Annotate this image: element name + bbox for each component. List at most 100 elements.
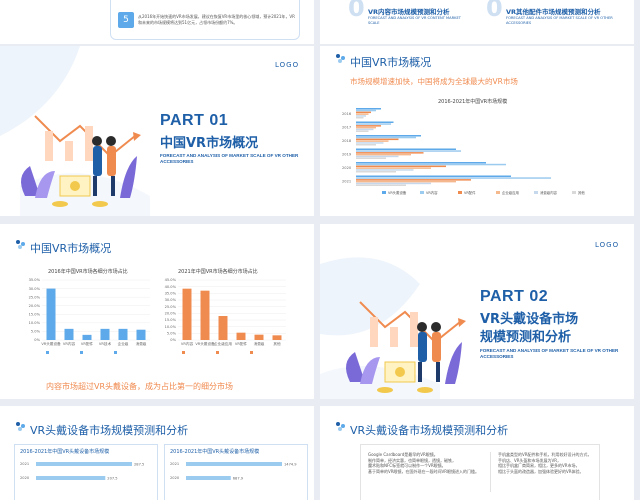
bar — [356, 140, 389, 142]
bar — [64, 328, 74, 340]
slide-headset-forecast[interactable]: VR头戴设备市场规模预测和分析 2016-2021年中国VR头戴设备市场规模 2… — [0, 406, 314, 500]
tick-label: 2020 — [20, 476, 30, 480]
slide-top-left[interactable]: 5 从2016年开始快速的VR市场发展，建议在恢复VR市场里的核心领域，预计20… — [0, 0, 314, 44]
tick-label: 消费级 — [136, 341, 147, 346]
bar — [356, 125, 381, 127]
caption: 内容市场超过VR头戴设备，成为占比第一的细分市场 — [46, 382, 234, 391]
bar — [200, 290, 210, 340]
legend-swatch — [572, 191, 576, 194]
bar — [356, 165, 446, 168]
legend-swatch — [420, 191, 424, 194]
bar — [356, 152, 424, 154]
bar — [356, 121, 394, 123]
data-label: 207.5 — [107, 477, 117, 481]
bar — [356, 162, 486, 164]
tick-label: VR技术 — [99, 341, 112, 346]
brand-dots-icon — [336, 54, 345, 63]
bar — [356, 109, 376, 112]
bar — [356, 184, 406, 186]
tick-label: 2021 — [20, 462, 29, 466]
tick-label: 2018 — [342, 139, 352, 143]
headset-scale-chart-a: 2021 287.5 2020 207.5 — [20, 462, 144, 481]
data-label: 687.9 — [233, 477, 244, 481]
legend-swatch — [46, 351, 49, 354]
part-subtitle: FORECAST AND ANALYSIS OF MARKET SCALE OF… — [480, 348, 619, 359]
tick-label: 企业级 — [118, 341, 129, 346]
bar — [356, 148, 456, 150]
tick-label: 0% — [170, 338, 176, 342]
headline: 市场规模增速加快，中国将成为全球最大的VR市场 — [350, 77, 518, 86]
legend-label: VR配件 — [464, 190, 476, 195]
tick-label: VR内容 — [181, 341, 194, 346]
tick-label: 2021 — [342, 180, 351, 184]
tick-label: 45.0% — [165, 278, 177, 282]
bar — [356, 171, 396, 173]
bar — [356, 111, 371, 114]
tick-label: 2020 — [170, 476, 180, 480]
agenda-number: 0 — [486, 0, 503, 22]
slide-headset-analysis[interactable]: VR头戴设备市场规模预测和分析 Google Cardboard是最早的VR眼镜… — [320, 406, 634, 500]
bar — [356, 113, 369, 115]
legend-swatch — [534, 191, 538, 194]
tick-label: 5.0% — [31, 330, 41, 334]
bar — [356, 142, 384, 144]
agenda-title: VR内容市场规模预测和分析 — [368, 8, 450, 16]
bar — [186, 462, 282, 466]
part-title: 中国VR市场概况 — [160, 136, 259, 151]
bar — [186, 476, 231, 480]
bar — [254, 334, 264, 340]
bar — [182, 288, 192, 340]
right-bullets: 手机盒类型的VR配件和手机，利用较好设计的方式， 手机店、VR头盔和市场发展为V… — [498, 452, 598, 474]
tick-label: VR头戴设备 — [195, 341, 215, 346]
share-2016-chart: 0% 5.0% 10.0% 15.0% 20.0% 25.0% 30.0% 35.0% VR头戴… — [29, 278, 150, 354]
bar — [356, 155, 399, 158]
agenda-subtitle: FORECAST AND ANALYSIS OF MARKET SCALE OF… — [506, 16, 613, 25]
tick-label: 消费级 — [254, 341, 265, 346]
bar — [356, 157, 386, 159]
tick-label: 40.0% — [165, 285, 177, 289]
legend-swatch — [182, 351, 185, 354]
agenda-subtitle: FORECAST AND ANALYSIS OF VR CONTENT MARK… — [368, 16, 461, 25]
legend-swatch — [80, 351, 83, 354]
market-scale-chart: 2016 2017 2018 2019 2020 2021 VR头戴设备 VR内容 VR配件 企业… — [342, 108, 585, 195]
slide-market-overview-chart[interactable]: 中国VR市场概况 市场规模增速加快，中国将成为全球最大的VR市场 2016-20… — [320, 46, 634, 216]
part-subtitle: FORECAST AND ANALYSIS OF MARKET SCALE OF… — [160, 153, 299, 164]
tick-label: 35.0% — [165, 292, 177, 296]
tick-label: 2017 — [342, 126, 351, 130]
business-illustration — [21, 115, 141, 207]
part-title-line1: VR头戴设备市场 — [480, 312, 579, 327]
part-label: PART 01 — [160, 112, 229, 129]
chart-title: 2021年中国VR市场各细分市场占比 — [178, 269, 258, 275]
chart-title: 2016-2021年中国VR头戴设备市场规模 — [20, 449, 110, 455]
legend-label: 其他 — [578, 190, 585, 195]
bar — [356, 169, 414, 171]
bar — [46, 288, 56, 340]
slide-top-right[interactable]: 0 VR内容市场规模预测和分析 FORECAST AND ANALYSIS OF… — [320, 0, 634, 44]
tick-label: VR内容 — [63, 341, 76, 346]
slide-segment-share[interactable]: 中国VR市场概况 2016年中国VR市场各细分市场占比 2021年中国VR市场各… — [0, 224, 314, 399]
legend-swatch — [114, 351, 117, 354]
tick-label: 20.0% — [29, 304, 41, 308]
bar — [218, 316, 228, 340]
tick-label: 企业级应用 — [214, 341, 232, 346]
slide-title: 中国VR市场概况 — [30, 242, 112, 255]
left-bullets: Google Cardboard是最早的VR眼镜。 制作简单，经济实惠，也简单眼… — [368, 452, 483, 474]
legend-swatch — [382, 191, 386, 194]
tick-label: 2020 — [342, 166, 352, 170]
part-title-line2: 规模预测和分析 — [480, 330, 572, 345]
logo: LOGO — [275, 61, 300, 69]
slide-title: VR头戴设备市场规模预测和分析 — [30, 424, 189, 437]
slide-part-01[interactable]: LOGO PART 01 中国VR市场概况 FORECAST AND ANALY… — [0, 46, 314, 216]
bar — [356, 136, 416, 139]
share-2021-chart: 0% 5.0% 10.0% 15.0% 20.0% 25.0% 30.0% 35.0% 40.0… — [165, 278, 286, 354]
slide-title: 中国VR市场概况 — [350, 56, 432, 69]
tick-label: VR配件 — [235, 341, 248, 346]
logo: LOGO — [595, 241, 620, 249]
slide-part-02[interactable]: LOGO PART 02 VR头戴设备市场 规模预测和分析 FORECAST A… — [320, 224, 634, 399]
agenda-number: 0 — [348, 0, 365, 22]
legend-swatch — [496, 191, 500, 194]
tick-label: 0% — [34, 338, 40, 342]
data-label: 287.5 — [134, 463, 144, 467]
bar — [356, 123, 391, 125]
list-item: 基于简单的VR眼镜，在国外现在一段时间VR眼镜进入的门槛。 — [368, 468, 480, 474]
